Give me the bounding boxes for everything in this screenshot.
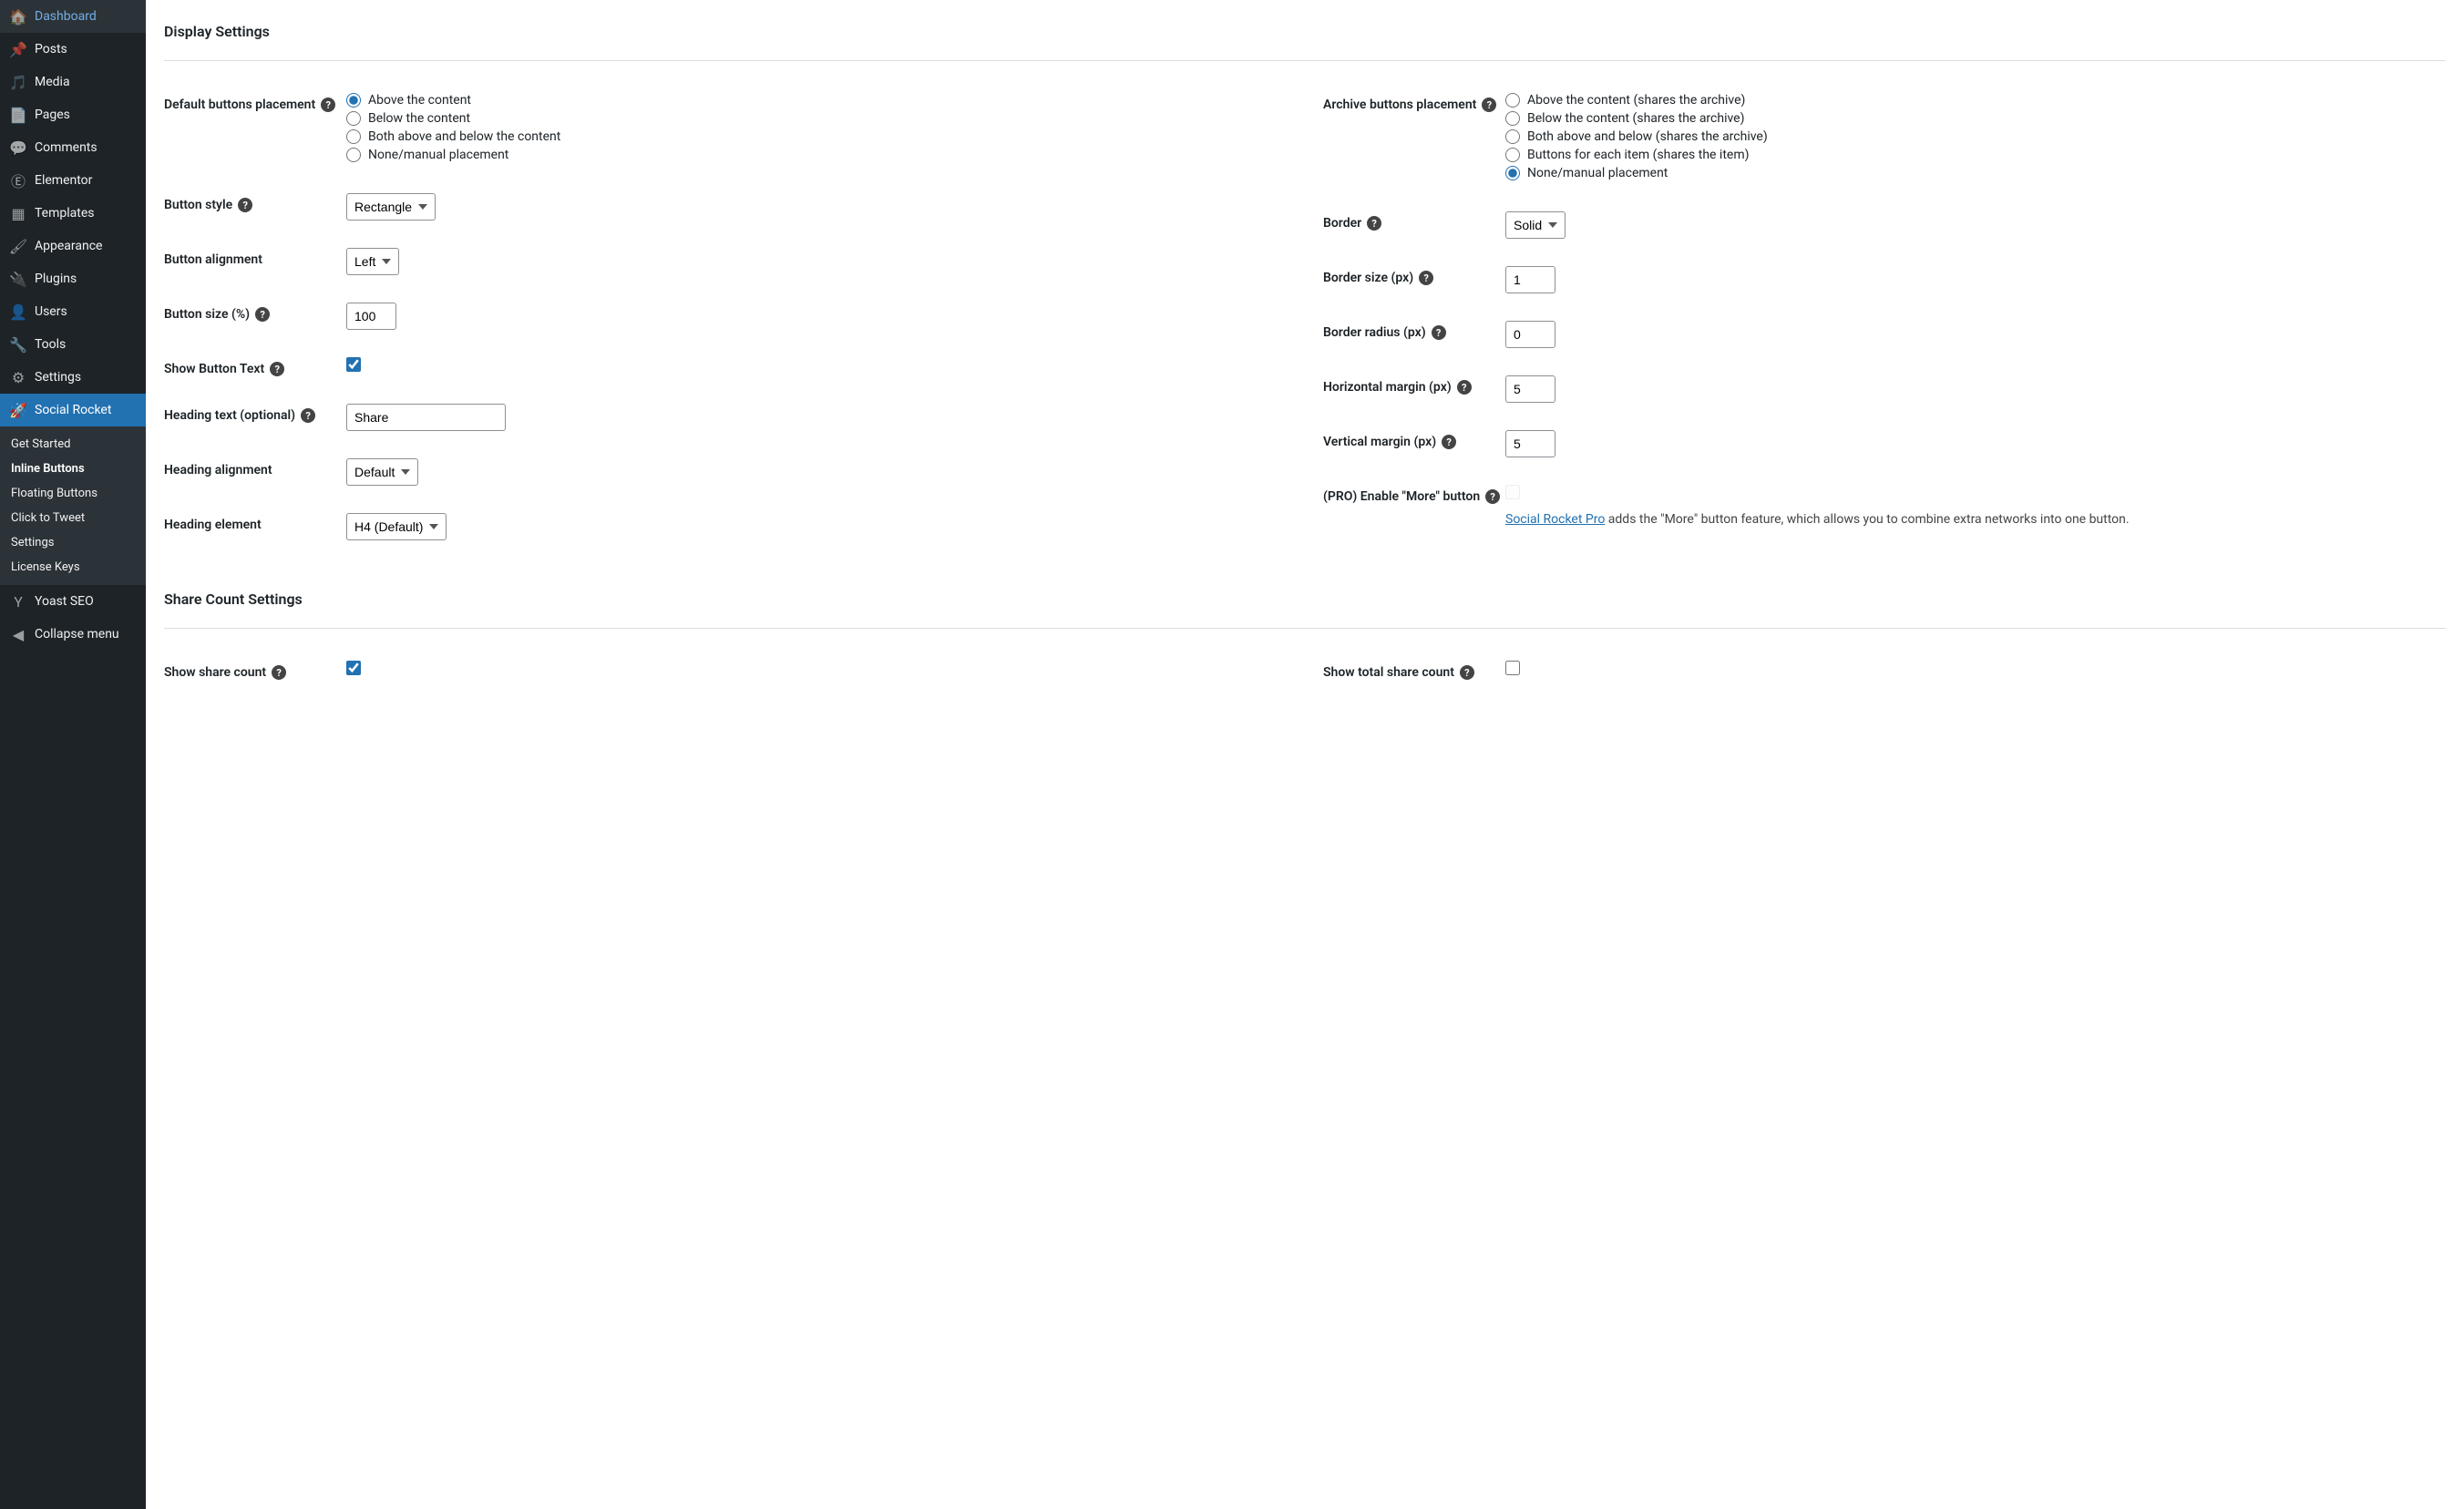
main-content: Display Settings Default buttons placeme… xyxy=(146,0,2464,1509)
field-archive-placement: Archive buttons placement? Above the con… xyxy=(1323,93,2446,184)
nav-item-elementor[interactable]: ⒺElementor xyxy=(0,164,146,197)
nav-list: 🏠Dashboard📌Posts🎵Media📄Pages💬CommentsⒺEl… xyxy=(0,0,146,651)
nav-item-collapse-menu[interactable]: ◀Collapse menu xyxy=(0,618,146,651)
show-button-text-checkbox[interactable] xyxy=(346,357,361,372)
collapse-menu-icon: ◀ xyxy=(9,625,27,643)
templates-icon: ▦ xyxy=(9,204,27,222)
plugins-icon: 🔌 xyxy=(9,270,27,288)
button-size-input[interactable] xyxy=(346,303,396,330)
section-display-settings: Display Settings xyxy=(164,0,2446,61)
pages-icon: 📄 xyxy=(9,106,27,124)
radio-option[interactable] xyxy=(346,111,361,126)
nav-item-media[interactable]: 🎵Media xyxy=(0,66,146,98)
more-button-desc: Social Rocket Pro adds the "More" button… xyxy=(1505,510,2446,529)
radio-option[interactable] xyxy=(346,148,361,162)
nav-item-posts[interactable]: 📌Posts xyxy=(0,33,146,66)
help-icon[interactable]: ? xyxy=(1419,271,1433,285)
section-share-count: Share Count Settings xyxy=(164,568,2446,629)
nav-item-appearance[interactable]: 🖌Appearance xyxy=(0,230,146,262)
h-margin-input[interactable] xyxy=(1505,375,1555,403)
users-icon: 👤 xyxy=(9,303,27,321)
radio-option[interactable] xyxy=(1505,93,1520,108)
archive-placement-radios: Above the content (shares the archive)Be… xyxy=(1505,93,2446,184)
heading-alignment-select[interactable]: Default xyxy=(346,458,418,486)
help-icon[interactable]: ? xyxy=(1432,325,1446,340)
help-icon[interactable]: ? xyxy=(272,665,286,680)
nav-item-users[interactable]: 👤Users xyxy=(0,295,146,328)
nav-item-social-rocket[interactable]: 🚀Social Rocket xyxy=(0,394,146,426)
help-icon[interactable]: ? xyxy=(1457,380,1472,395)
tools-icon: 🔧 xyxy=(9,335,27,354)
show-total-share-count-checkbox[interactable] xyxy=(1505,661,1520,675)
field-default-placement: Default buttons placement? Above the con… xyxy=(164,93,1287,166)
more-button-checkbox xyxy=(1505,485,1520,499)
button-style-select[interactable]: Rectangle xyxy=(346,193,436,221)
media-icon: 🎵 xyxy=(9,73,27,91)
help-icon[interactable]: ? xyxy=(1485,489,1500,504)
yoast-seo-icon: Y xyxy=(9,592,27,611)
radio-option[interactable] xyxy=(1505,166,1520,180)
elementor-icon: Ⓔ xyxy=(9,171,27,190)
button-alignment-select[interactable]: Left xyxy=(346,248,399,275)
social-rocket-icon: 🚀 xyxy=(9,401,27,419)
help-icon[interactable]: ? xyxy=(270,362,284,376)
radio-option[interactable] xyxy=(1505,148,1520,162)
nav-item-settings[interactable]: ⚙Settings xyxy=(0,361,146,394)
admin-sidebar: 🏠Dashboard📌Posts🎵Media📄Pages💬CommentsⒺEl… xyxy=(0,0,146,1509)
appearance-icon: 🖌 xyxy=(9,237,27,255)
help-icon[interactable]: ? xyxy=(321,98,335,112)
border-size-input[interactable] xyxy=(1505,266,1555,293)
posts-icon: 📌 xyxy=(9,40,27,58)
nav-item-dashboard[interactable]: 🏠Dashboard xyxy=(0,0,146,33)
comments-icon: 💬 xyxy=(9,139,27,157)
help-icon[interactable]: ? xyxy=(1367,216,1381,231)
help-icon[interactable]: ? xyxy=(255,307,270,322)
help-icon[interactable]: ? xyxy=(1460,665,1474,680)
nav-item-yoast-seo[interactable]: YYoast SEO xyxy=(0,585,146,618)
sub-item-click-to-tweet[interactable]: Click to Tweet xyxy=(0,506,146,530)
nav-item-tools[interactable]: 🔧Tools xyxy=(0,328,146,361)
settings-icon: ⚙ xyxy=(9,368,27,386)
border-radius-input[interactable] xyxy=(1505,321,1555,348)
nav-item-comments[interactable]: 💬Comments xyxy=(0,131,146,164)
help-icon[interactable]: ? xyxy=(1442,435,1456,449)
sub-nav: Get StartedInline ButtonsFloating Button… xyxy=(0,426,146,585)
radio-option[interactable] xyxy=(1505,129,1520,144)
show-share-count-checkbox[interactable] xyxy=(346,661,361,675)
sub-item-get-started[interactable]: Get Started xyxy=(0,432,146,457)
radio-option[interactable] xyxy=(346,129,361,144)
social-rocket-pro-link[interactable]: Social Rocket Pro xyxy=(1505,512,1605,527)
dashboard-icon: 🏠 xyxy=(9,7,27,26)
sub-item-floating-buttons[interactable]: Floating Buttons xyxy=(0,481,146,506)
nav-item-plugins[interactable]: 🔌Plugins xyxy=(0,262,146,295)
heading-element-select[interactable]: H4 (Default) xyxy=(346,513,447,540)
border-select[interactable]: Solid xyxy=(1505,211,1566,239)
radio-option[interactable] xyxy=(346,93,361,108)
sub-item-inline-buttons[interactable]: Inline Buttons xyxy=(0,457,146,481)
heading-text-input[interactable] xyxy=(346,404,506,431)
v-margin-input[interactable] xyxy=(1505,430,1555,457)
nav-item-templates[interactable]: ▦Templates xyxy=(0,197,146,230)
radio-option[interactable] xyxy=(1505,111,1520,126)
nav-item-pages[interactable]: 📄Pages xyxy=(0,98,146,131)
help-icon[interactable]: ? xyxy=(238,198,252,212)
help-icon[interactable]: ? xyxy=(1482,98,1496,112)
help-icon[interactable]: ? xyxy=(301,408,315,423)
default-placement-radios: Above the contentBelow the contentBoth a… xyxy=(346,93,1287,166)
sub-item-settings[interactable]: Settings xyxy=(0,530,146,555)
sub-item-license-keys[interactable]: License Keys xyxy=(0,555,146,580)
